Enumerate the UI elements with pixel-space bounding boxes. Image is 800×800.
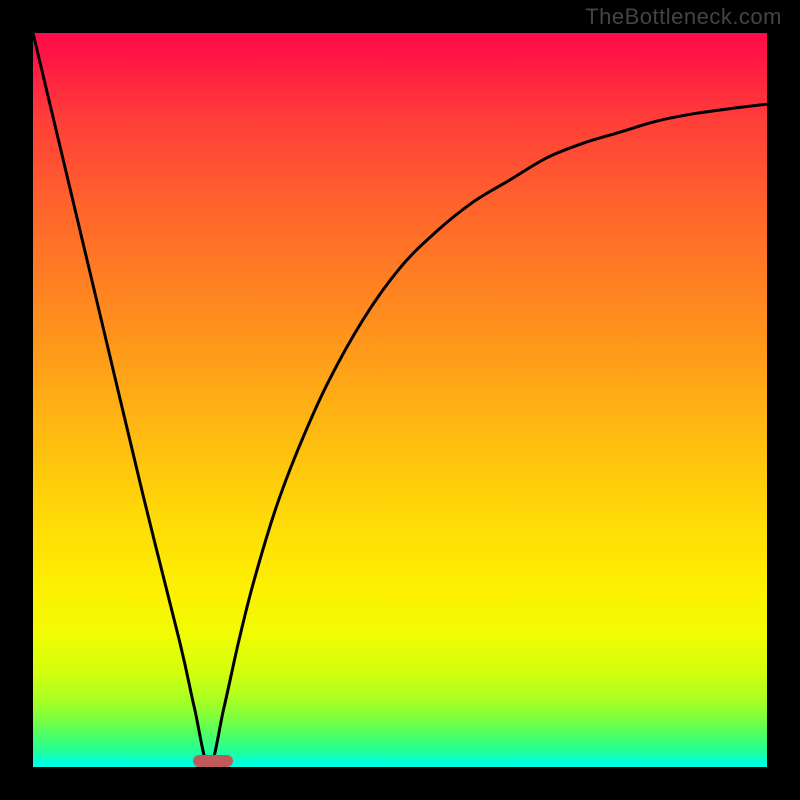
curve-path bbox=[33, 33, 767, 767]
optimal-marker bbox=[193, 755, 233, 767]
plot-area bbox=[33, 33, 767, 767]
bottleneck-curve bbox=[33, 33, 767, 767]
watermark-text: TheBottleneck.com bbox=[585, 4, 782, 30]
chart-frame: TheBottleneck.com bbox=[0, 0, 800, 800]
